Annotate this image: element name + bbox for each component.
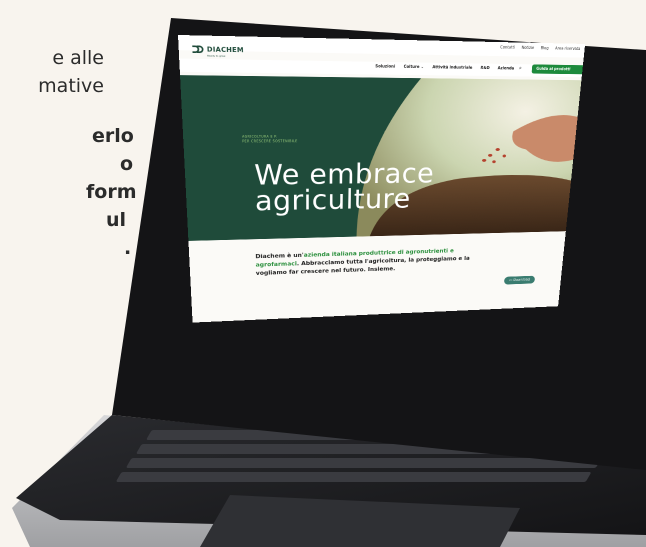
nav-attivita[interactable]: Attività industriale xyxy=(432,65,472,70)
main-nav: Soluzioni Colture ⌄ Attività industriale… xyxy=(179,59,583,78)
link-blog[interactable]: Blog xyxy=(540,46,548,51)
logo-tagline: Ready to grow xyxy=(207,54,225,58)
search-icon[interactable]: ⌕ xyxy=(519,65,522,72)
link-notizie[interactable]: Notizie xyxy=(521,46,534,51)
headline-line: agriculture xyxy=(255,186,434,214)
laptop: Contatti Notizie Blog Area riservata DIA… xyxy=(0,0,646,547)
download-label: Download xyxy=(513,278,530,282)
link-contatti[interactable]: Contatti xyxy=(500,45,515,50)
link-area-riservata[interactable]: Area riservata xyxy=(555,46,581,51)
download-button[interactable]: ▭ Download xyxy=(504,276,535,285)
website-screen: Contatti Notizie Blog Area riservata DIA… xyxy=(178,35,585,323)
logo-name: DIACHEM xyxy=(207,46,244,54)
intro-paragraph: Diachem è un'azienda italiana produttric… xyxy=(255,246,473,277)
nav-soluzioni[interactable]: Soluzioni xyxy=(375,64,395,69)
nav-azienda[interactable]: Azienda xyxy=(498,66,515,71)
hero: AGRICOLTURA E P. PER CRESCERE SOSTENIBIL… xyxy=(180,75,581,241)
nav-colture[interactable]: Colture ⌄ xyxy=(404,65,424,70)
product-guide-button[interactable]: Guida ai prodotti xyxy=(532,64,586,74)
hero-headline: We embrace agriculture xyxy=(254,161,435,214)
intro-prefix: Diachem è un' xyxy=(255,252,303,260)
site-logo[interactable]: DIACHEM Ready to grow xyxy=(192,45,244,53)
hero-label: AGRICOLTURA E P. PER CRESCERE SOSTENIBIL… xyxy=(242,135,298,144)
logo-mark-icon xyxy=(192,45,204,53)
nav-rd[interactable]: R&D xyxy=(480,66,489,71)
hero-label-line: PER CRESCERE SOSTENIBILE xyxy=(242,139,297,144)
